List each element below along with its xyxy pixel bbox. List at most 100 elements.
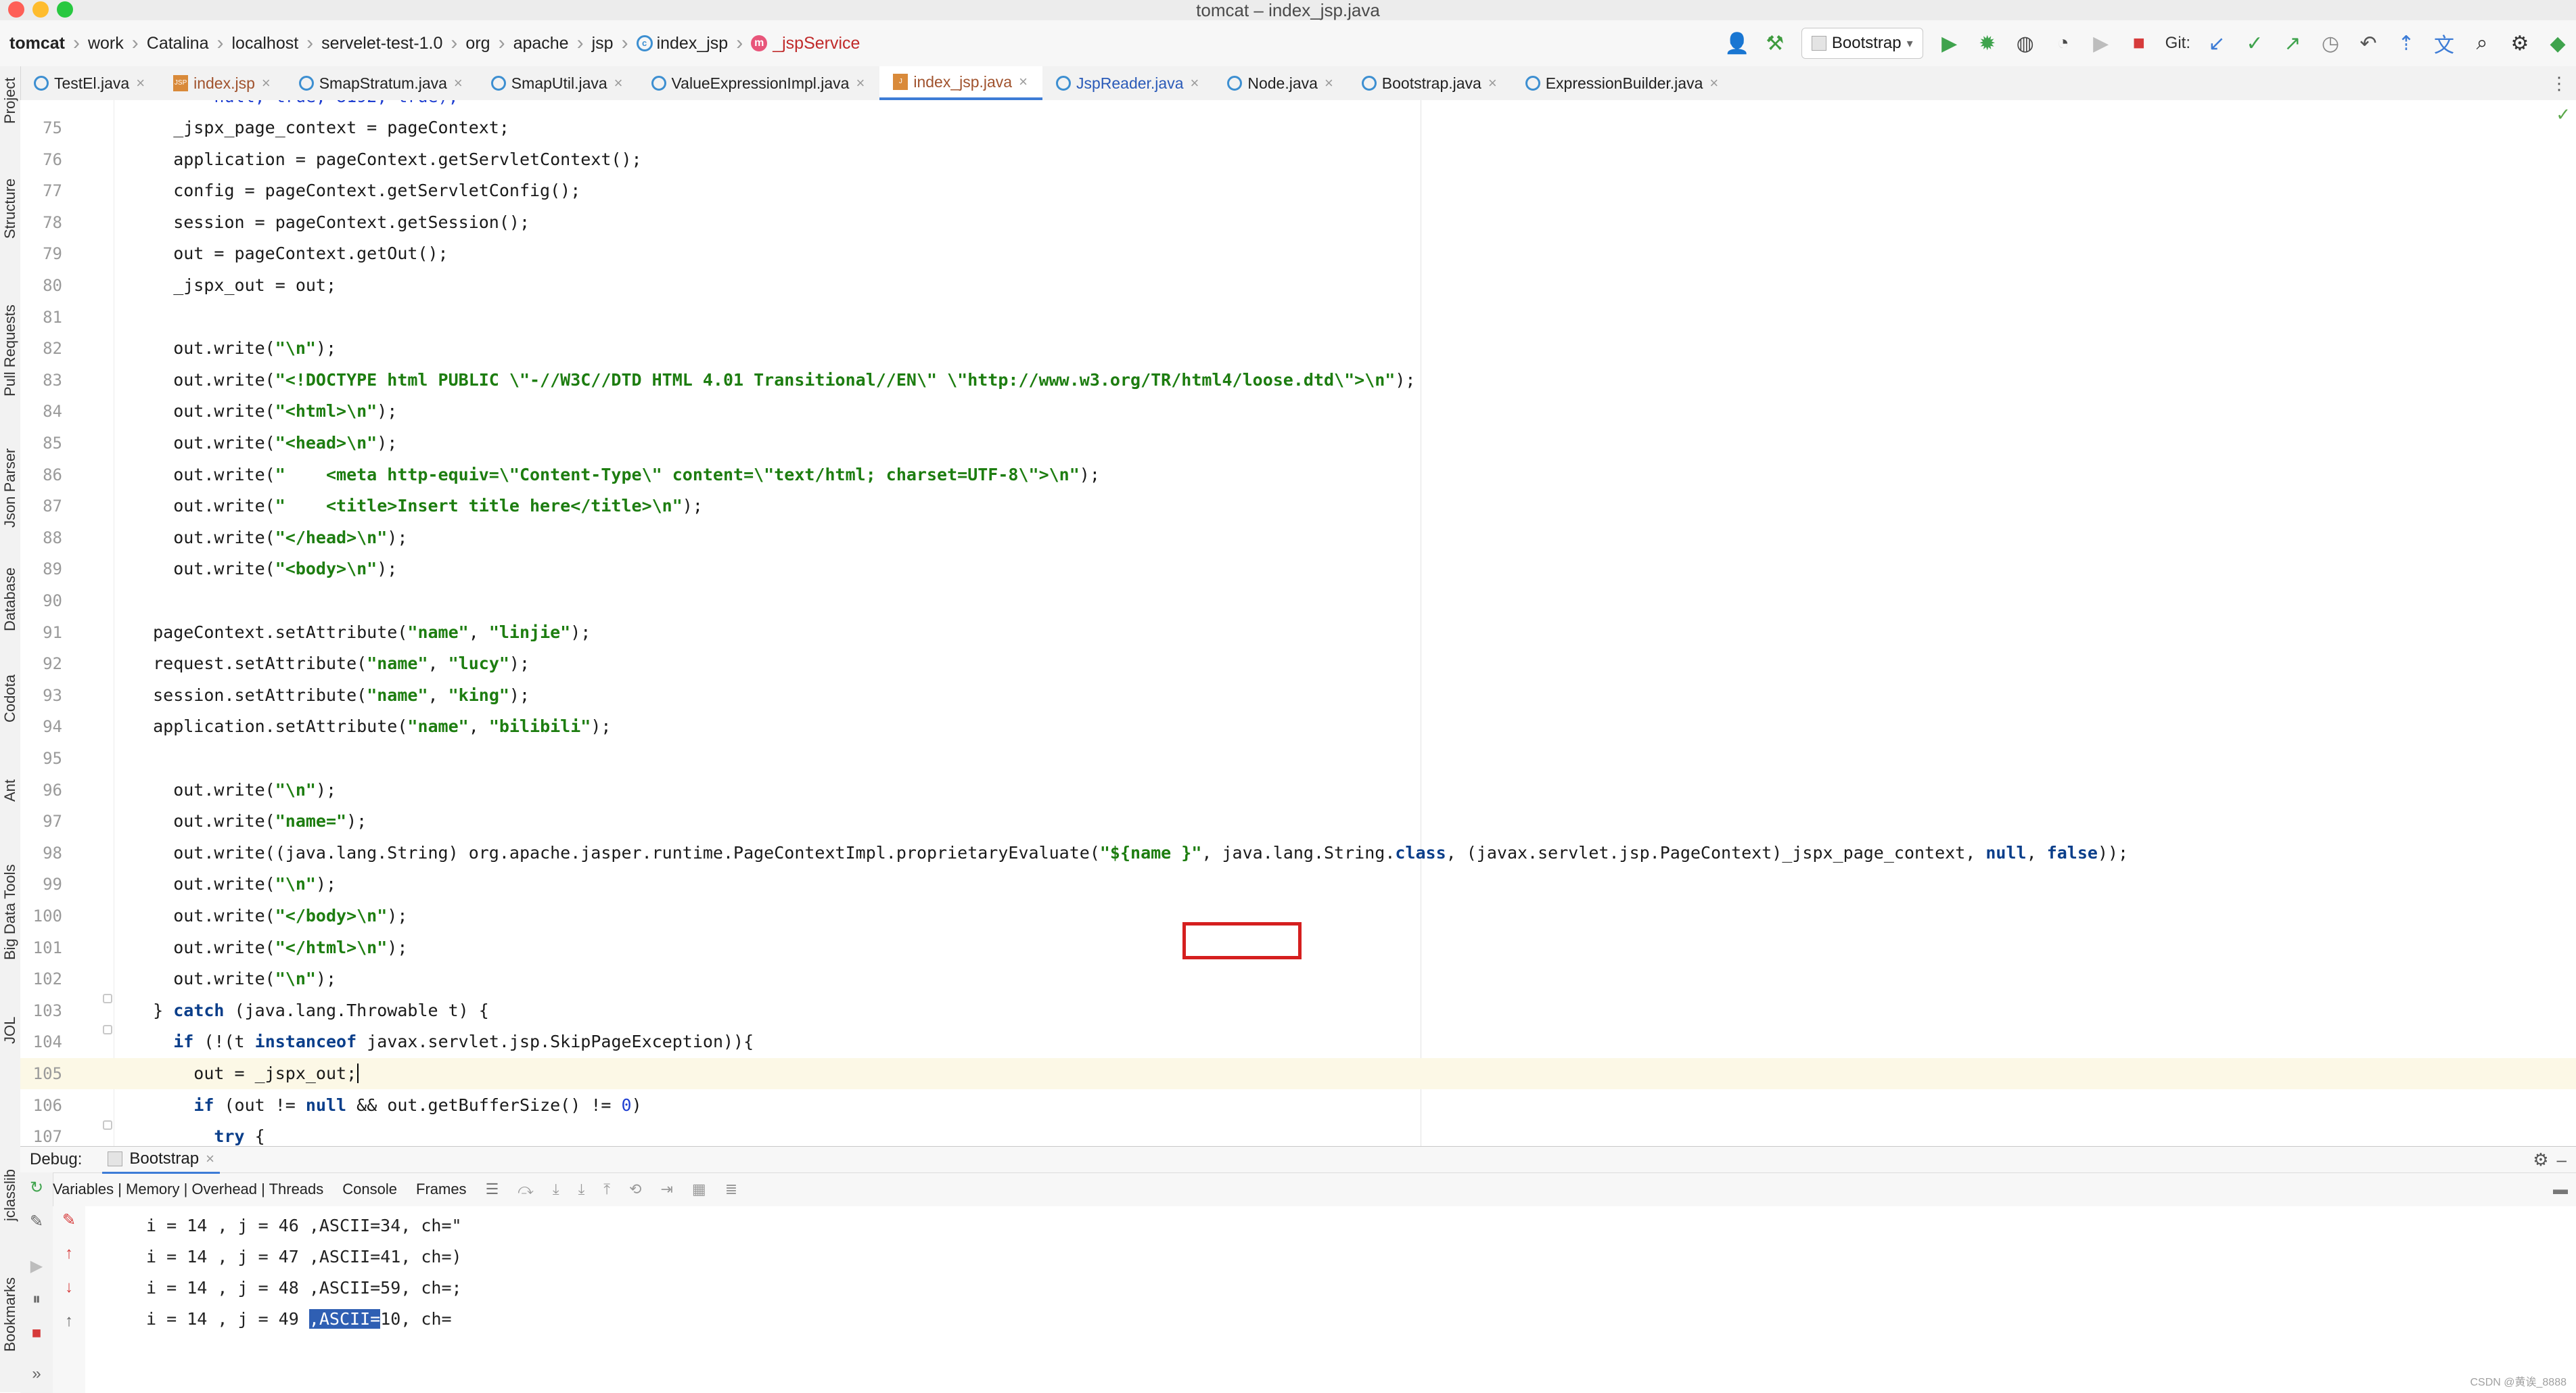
git-commit-icon[interactable]: ✓	[2243, 32, 2266, 55]
tab-testel-java[interactable]: TestEl.java ×	[20, 66, 160, 100]
tab-frames[interactable]: Frames	[416, 1181, 467, 1198]
close-tab-icon[interactable]: ×	[262, 74, 271, 92]
menu-icon[interactable]: ☰	[486, 1181, 499, 1198]
more-icon[interactable]: »	[27, 1365, 46, 1384]
clear-console-icon[interactable]: ✎	[60, 1210, 78, 1229]
rerun-icon[interactable]: ↻	[27, 1178, 46, 1197]
close-tab-icon[interactable]: ×	[1019, 73, 1028, 91]
close-tab-icon[interactable]: ×	[454, 74, 463, 92]
breadcrumb-item[interactable]: Catalina	[147, 34, 209, 53]
settings-gear-icon[interactable]: ⚙	[2508, 32, 2531, 55]
search-icon[interactable]: ⌕	[2470, 32, 2493, 55]
history-icon[interactable]: ◷	[2319, 32, 2342, 55]
rollback-icon[interactable]: ↶	[2357, 32, 2380, 55]
evaluate-icon[interactable]: ▦	[692, 1181, 706, 1198]
resume-program-icon[interactable]: ▶	[27, 1256, 46, 1275]
tab-console[interactable]: Console	[342, 1181, 397, 1198]
hide-panel-icon[interactable]: –	[2557, 1149, 2567, 1170]
breadcrumb-item[interactable]: tomcat	[9, 34, 65, 53]
tab-smaputil-java[interactable]: SmapUtil.java ×	[478, 66, 638, 100]
settings-gear-icon[interactable]: ⚙	[2533, 1149, 2548, 1170]
tab-index-jsp-java[interactable]: Jindex_jsp.java ×	[879, 66, 1042, 100]
force-step-into-icon[interactable]: ⤓	[578, 1181, 585, 1198]
tab-bootstrap-java[interactable]: Bootstrap.java ×	[1348, 66, 1512, 100]
close-tab-icon[interactable]: ×	[1191, 74, 1199, 92]
console-output[interactable]: i = 14 , j = 46 ,ASCII=34, ch=" i = 14 ,…	[85, 1206, 2576, 1393]
git-update-icon[interactable]: ↙	[2205, 32, 2228, 55]
code-editor[interactable]: ✓ null, true, 8192, true); 75 _jspx_page…	[20, 100, 2576, 1146]
database-tool-button[interactable]: Database	[1, 552, 19, 647]
debug-session-tab[interactable]: Bootstrap ×	[102, 1146, 220, 1174]
profile-icon[interactable]: ◔	[2052, 32, 2075, 55]
ant-tool-button[interactable]: Ant	[1, 763, 19, 817]
breadcrumb-item[interactable]: jsp	[592, 34, 614, 53]
pull-requests-tool-button[interactable]: Pull Requests	[1, 290, 19, 411]
close-tab-icon[interactable]: ×	[614, 74, 623, 92]
modify-config-icon[interactable]: ✎	[27, 1212, 46, 1231]
layout-icon[interactable]: ▬	[2553, 1181, 2568, 1198]
breadcrumb-item[interactable]: work	[88, 34, 124, 53]
tab-valueexpressionimpl-java[interactable]: ValueExpressionImpl.java ×	[638, 66, 880, 100]
fold-marker-icon[interactable]	[103, 1025, 112, 1034]
breadcrumb-item[interactable]: m _jspService	[751, 34, 860, 53]
pause-icon[interactable]: ⏸	[27, 1290, 46, 1309]
breadcrumb-item[interactable]: c index_jsp	[636, 34, 728, 53]
close-tab-icon[interactable]: ×	[1709, 74, 1718, 92]
trace-icon[interactable]: ≣	[725, 1181, 737, 1198]
tab-index-jsp[interactable]: JSP index.jsp ×	[160, 66, 285, 100]
breadcrumb-item[interactable]: servelet-test-1.0	[321, 34, 442, 53]
scroll-top-icon[interactable]: ↑	[60, 1312, 78, 1331]
big-data-tools-button[interactable]: Big Data Tools	[1, 838, 19, 986]
json-parser-tool-button[interactable]: Json Parser	[1, 437, 19, 539]
close-tab-icon[interactable]: ×	[856, 74, 865, 92]
stop-icon[interactable]: ■	[27, 1324, 46, 1343]
code-line: 102 out.write("\n");	[20, 963, 2576, 995]
tab-node-java[interactable]: Node.java ×	[1214, 66, 1348, 100]
drop-frame-icon[interactable]: ⟲	[629, 1181, 641, 1198]
close-tab-icon[interactable]: ×	[136, 74, 145, 92]
code-text: } catch (java.lang.Throwable t) {	[133, 1000, 489, 1020]
step-out-icon[interactable]: ⤒	[603, 1181, 610, 1198]
close-tab-icon[interactable]: ×	[1325, 74, 1333, 92]
codota-tool-button[interactable]: Codota	[1, 662, 19, 736]
tab-smapstratum-java[interactable]: SmapStratum.java ×	[285, 66, 478, 100]
close-tab-icon[interactable]: ×	[206, 1150, 214, 1168]
resume-icon[interactable]: ▶	[2090, 32, 2113, 55]
step-over-icon[interactable]: ⤼	[518, 1181, 534, 1198]
up-arrow-icon[interactable]: ↑	[60, 1244, 78, 1263]
tab-expressionbuilder-java[interactable]: ExpressionBuilder.java ×	[1512, 66, 1734, 100]
step-into-icon[interactable]: ⤓	[553, 1181, 559, 1198]
stop-icon[interactable]: ■	[2128, 32, 2150, 55]
fold-marker-icon[interactable]	[103, 994, 112, 1003]
tab-list-icon[interactable]: ⋮	[2550, 66, 2576, 100]
user-icon[interactable]: 👤	[1724, 32, 1749, 55]
translate-icon[interactable]: 文	[2433, 32, 2456, 57]
bookmarks-tool-button[interactable]: Bookmarks	[1, 1271, 19, 1358]
debug-bug-icon[interactable]: ✹	[1976, 32, 1999, 55]
run-icon[interactable]: ▶	[1938, 32, 1961, 55]
jclasslib-tool-button[interactable]: jclasslib	[1, 1154, 19, 1235]
tab-variables-memory-overhead-threads[interactable]: Variables | Memory | Overhead | Threads	[53, 1181, 323, 1198]
close-tab-icon[interactable]: ×	[1488, 74, 1497, 92]
run-configuration-select[interactable]: Bootstrap ▾	[1801, 28, 1923, 59]
code-line: null, true, 8192, true);	[20, 100, 2576, 112]
build-hammer-icon[interactable]: ⚒	[1764, 32, 1787, 55]
down-arrow-icon[interactable]: ↓	[60, 1278, 78, 1297]
fold-marker-icon[interactable]	[103, 1120, 112, 1130]
structure-tool-button[interactable]: Structure	[1, 168, 19, 249]
coverage-icon[interactable]: ◍	[2014, 32, 2037, 55]
plugin-icon[interactable]: ◆	[2546, 32, 2569, 55]
code-text: out.write("<!DOCTYPE html PUBLIC \"-//W3…	[133, 369, 1416, 390]
tab-jspreader-java[interactable]: JspReader.java ×	[1042, 66, 1214, 100]
run-to-cursor-icon[interactable]: ⇥	[660, 1181, 672, 1198]
breadcrumb-item[interactable]: org	[465, 34, 490, 53]
breadcrumb-item[interactable]: apache	[513, 34, 569, 53]
breadcrumb-item[interactable]: localhost	[232, 34, 299, 53]
project-tool-button[interactable]: Project	[1, 70, 19, 131]
code-line: 81	[20, 302, 2576, 333]
code-text: out.write("<html>\n");	[133, 401, 398, 421]
code-text: if (out != null && out.getBufferSize() !…	[193, 1095, 642, 1115]
git-push-icon[interactable]: ↗	[2281, 32, 2304, 55]
vcs-action-icon[interactable]: ⇡	[2395, 32, 2418, 55]
jol-tool-button[interactable]: JOL	[1, 1000, 19, 1061]
